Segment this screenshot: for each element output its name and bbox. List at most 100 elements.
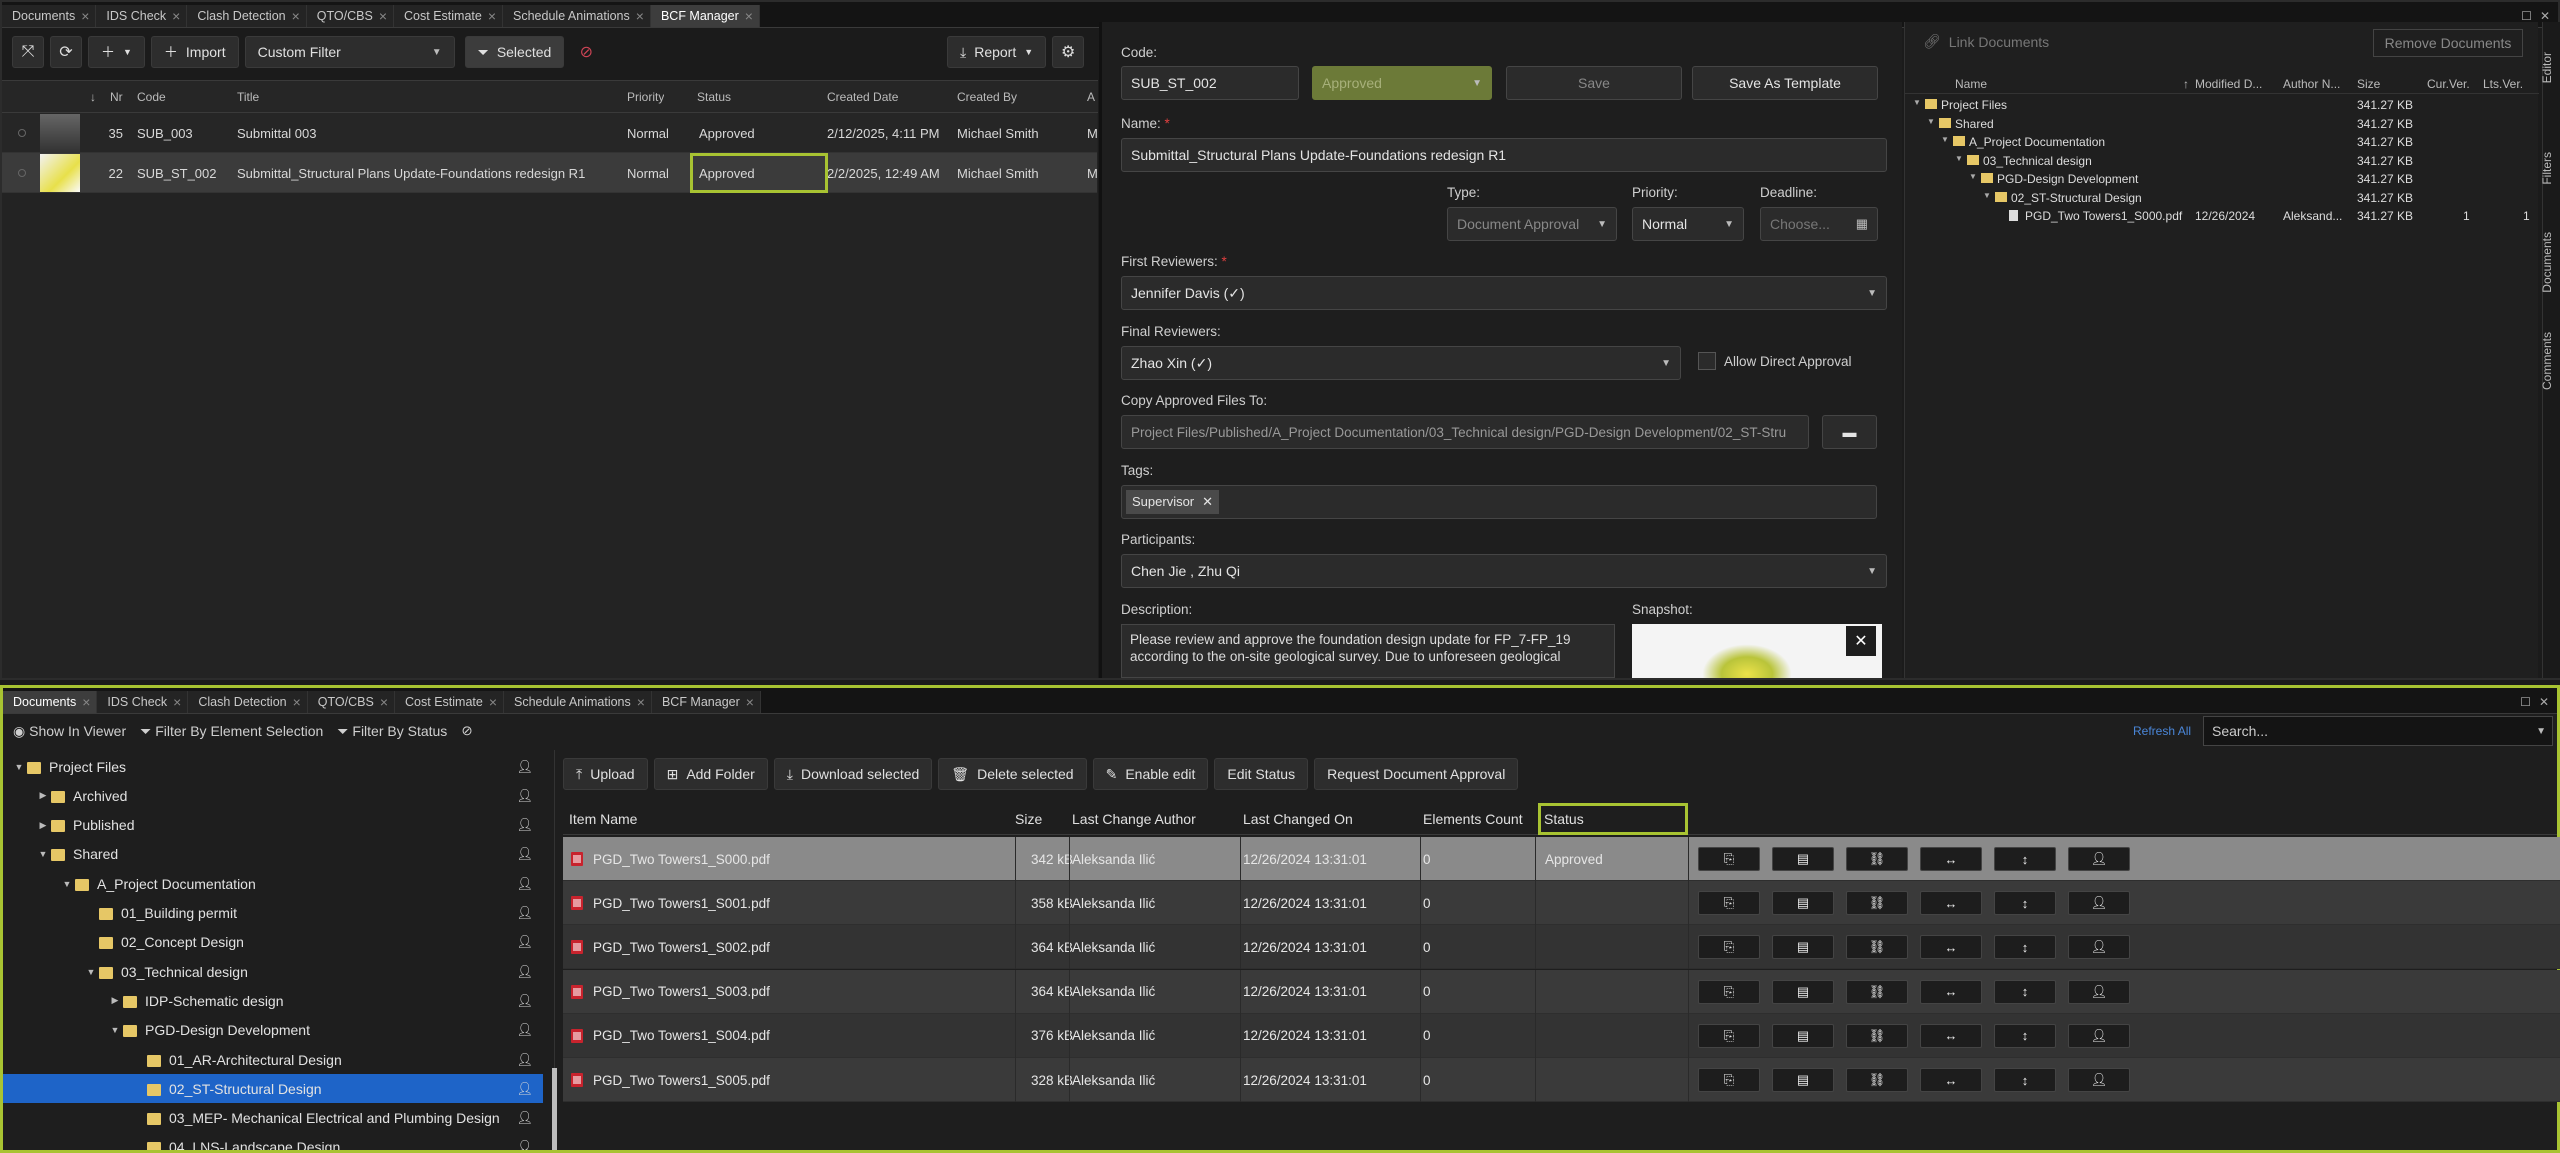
- permissions-icon[interactable]: 👤︎: [516, 1081, 533, 1097]
- col-status[interactable]: Status: [697, 81, 731, 113]
- permissions-icon[interactable]: 👤︎: [516, 993, 533, 1009]
- refresh-icon[interactable]: ⟳: [50, 36, 82, 68]
- save-as-template-button[interactable]: Save As Template: [1692, 66, 1878, 100]
- permissions-icon[interactable]: 👤︎: [516, 964, 533, 980]
- bottom-tab[interactable]: Documents ×: [3, 691, 98, 713]
- top-tab[interactable]: Clash Detection ×: [187, 5, 307, 27]
- close-icon[interactable]: ×: [81, 9, 89, 23]
- horizontal-arrows-icon[interactable]: ↔: [1920, 847, 1982, 871]
- col-cur-ver[interactable]: Cur.Ver.: [2427, 77, 2470, 91]
- permissions-icon[interactable]: 👤︎: [516, 1139, 533, 1150]
- permissions-icon[interactable]: 👤︎: [516, 1052, 533, 1068]
- download-selected-button[interactable]: ⤓ Download selected: [773, 758, 933, 790]
- filter-by-status-button[interactable]: ⏷ Filter By Status: [337, 723, 447, 740]
- type-dropdown[interactable]: Document Approval ▼: [1447, 207, 1617, 241]
- horizontal-arrows-icon[interactable]: ↔: [1920, 1023, 1982, 1048]
- chevron-down-icon[interactable]: ▼: [1983, 191, 1991, 200]
- copy-icon[interactable]: ⎘: [1698, 891, 1760, 916]
- vertical-arrows-icon[interactable]: ↕: [1994, 979, 2056, 1004]
- search-input[interactable]: Search... ▼: [2203, 716, 2553, 746]
- user-icon[interactable]: 👤︎: [2068, 847, 2130, 871]
- document-icon[interactable]: ▤: [1772, 935, 1834, 960]
- linked-tree-row[interactable]: ▼ 02_ST-Structural Design 341.27 KB: [1905, 189, 2539, 207]
- copy-icon[interactable]: ⎘: [1698, 1068, 1760, 1092]
- col-title[interactable]: Title: [237, 81, 259, 113]
- tree-folder-row[interactable]: ▶ IDP-Schematic design 👤︎: [3, 986, 543, 1015]
- chevron-down-icon[interactable]: ▼: [1913, 98, 1921, 107]
- edit-status-button[interactable]: Edit Status: [1214, 758, 1309, 790]
- horizontal-arrows-icon[interactable]: ↔: [1920, 1068, 1982, 1092]
- col-name[interactable]: Name: [1955, 77, 1987, 91]
- copy-icon[interactable]: ⎘: [1698, 979, 1760, 1004]
- vertical-arrows-icon[interactable]: ↕: [1994, 847, 2056, 871]
- tree-folder-row[interactable]: ▼ PGD-Design Development 👤︎: [3, 1016, 543, 1045]
- final-reviewers-dropdown[interactable]: Zhao Xin (✓) ▼: [1121, 346, 1681, 380]
- chevron-down-icon[interactable]: ▼: [11, 762, 27, 772]
- horizontal-arrows-icon[interactable]: ↔: [1920, 891, 1982, 916]
- scrollbar[interactable]: [552, 1068, 557, 1150]
- tree-folder-row[interactable]: 01_AR-Architectural Design 👤︎: [3, 1045, 543, 1074]
- user-icon[interactable]: 👤︎: [2068, 935, 2130, 960]
- user-icon[interactable]: 👤︎: [2068, 1023, 2130, 1048]
- close-icon[interactable]: ×: [292, 9, 300, 23]
- permissions-icon[interactable]: 👤︎: [516, 817, 533, 833]
- horizontal-arrows-icon[interactable]: ↔: [1920, 935, 1982, 960]
- gear-icon[interactable]: ⚙: [1052, 36, 1085, 68]
- maximize-icon[interactable]: ☐: [2521, 9, 2532, 23]
- permissions-icon[interactable]: 👤︎: [516, 759, 533, 775]
- allow-direct-approval[interactable]: Allow Direct Approval: [1698, 352, 1852, 370]
- maximize-icon[interactable]: ☐: [2520, 695, 2531, 709]
- delete-selected-button[interactable]: 🗑︎ Delete selected: [938, 758, 1087, 790]
- doc-row[interactable]: PGD_Two Towers1_S000.pdf 342 kB Aleksanda …: [563, 837, 2560, 881]
- tree-folder-row[interactable]: 01_Building permit 👤︎: [3, 899, 543, 928]
- top-tab[interactable]: Schedule Animations ×: [503, 5, 651, 27]
- tree-folder-row[interactable]: ▼ A_Project Documentation 👤︎: [3, 869, 543, 898]
- close-icon[interactable]: ×: [293, 695, 301, 709]
- col-last-changed[interactable]: Last Changed On: [1243, 811, 1353, 827]
- copy-to-path[interactable]: Project Files/Published/A_Project Docume…: [1121, 415, 1809, 449]
- linked-tree-row[interactable]: ▼ A_Project Documentation 341.27 KB: [1905, 133, 2539, 151]
- tree-folder-row[interactable]: ▼ Project Files 👤︎: [3, 752, 543, 781]
- tree-folder-row[interactable]: ▼ 03_Technical design 👤︎: [3, 957, 543, 986]
- side-tab-documents[interactable]: Documents: [2540, 232, 2560, 293]
- user-icon[interactable]: 👤︎: [2068, 979, 2130, 1004]
- linked-tree-row[interactable]: ▼ 03_Technical design 341.27 KB: [1905, 152, 2539, 170]
- copy-icon[interactable]: ⎘: [1698, 1023, 1760, 1048]
- tree-folder-row[interactable]: 04_LNS-Landscape Design 👤︎: [3, 1133, 543, 1150]
- priority-dropdown[interactable]: Normal ▼: [1632, 207, 1744, 241]
- side-tab-editor[interactable]: Editor: [2540, 52, 2560, 83]
- close-icon[interactable]: ×: [380, 695, 388, 709]
- calendar-icon[interactable]: ▦: [1856, 216, 1868, 232]
- status-dropdown[interactable]: Approved ▼: [1312, 66, 1492, 100]
- bottom-tab[interactable]: QTO/CBS ×: [307, 691, 396, 713]
- doc-row[interactable]: PGD_Two Towers1_S003.pdf 364 kB Aleksanda …: [563, 969, 2560, 1014]
- permissions-icon[interactable]: 👤︎: [516, 934, 533, 950]
- linked-tree-row[interactable]: ▼ Shared 341.27 KB: [1905, 115, 2539, 133]
- tree-folder-row[interactable]: ▶ Archived 👤︎: [3, 781, 543, 810]
- tree-folder-row[interactable]: 02_ST-Structural Design 👤︎: [3, 1074, 543, 1104]
- link-icon[interactable]: ⛓: [1846, 891, 1908, 916]
- permissions-icon[interactable]: 👤︎: [516, 876, 533, 892]
- vertical-arrows-icon[interactable]: ↕: [1994, 935, 2056, 960]
- close-icon[interactable]: ×: [173, 695, 181, 709]
- chevron-right-icon[interactable]: ▶: [35, 820, 51, 831]
- name-input[interactable]: Submittal_Structural Plans Update-Founda…: [1121, 138, 1887, 172]
- code-input[interactable]: SUB_ST_002: [1121, 66, 1299, 100]
- doc-row[interactable]: PGD_Two Towers1_S005.pdf 328 kB Aleksanda …: [563, 1058, 2560, 1102]
- sort-icon[interactable]: ↓: [90, 81, 96, 113]
- col-created-by[interactable]: Created By: [957, 81, 1017, 113]
- tree-folder-row[interactable]: ▶ Published 👤︎: [3, 811, 543, 840]
- chevron-down-icon[interactable]: ▼: [1941, 135, 1949, 144]
- deadline-picker[interactable]: Choose... ▦: [1760, 207, 1878, 241]
- user-icon[interactable]: 👤︎: [2068, 1068, 2130, 1092]
- enable-edit-button[interactable]: ✎ Enable edit: [1092, 758, 1209, 790]
- col-size[interactable]: Size: [1015, 811, 1042, 827]
- bcf-row[interactable]: 35 SUB_003 Submittal 003 Normal Approved 2/12…: [2, 113, 1098, 153]
- permissions-icon[interactable]: 👤︎: [516, 788, 533, 804]
- add-folder-button[interactable]: ⊞ Add Folder: [653, 758, 768, 790]
- chevron-down-icon[interactable]: ▼: [59, 879, 75, 889]
- col-last-author[interactable]: Last Change Author: [1072, 811, 1196, 827]
- col-elements-count[interactable]: Elements Count: [1423, 811, 1523, 827]
- copy-icon[interactable]: ⎘: [1698, 847, 1760, 871]
- col-item-name[interactable]: Item Name: [569, 811, 637, 827]
